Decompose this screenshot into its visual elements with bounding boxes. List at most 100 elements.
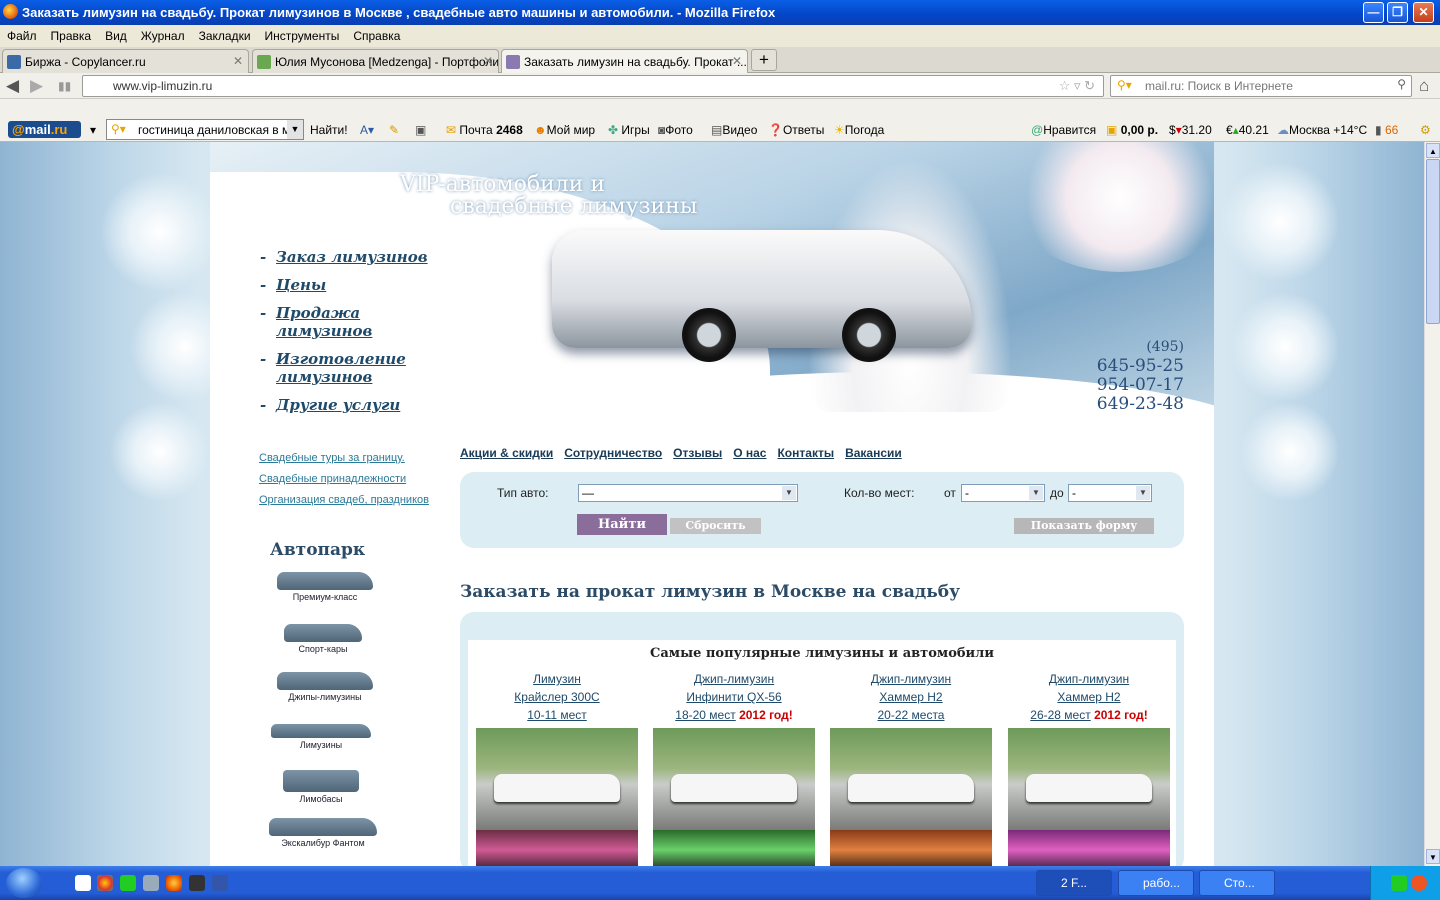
back-icon[interactable]: ◀: [6, 76, 19, 96]
search-engine-icon[interactable]: ⚲▾: [1117, 78, 1132, 92]
interior-photo[interactable]: [1008, 830, 1170, 866]
find-button[interactable]: Найти: [577, 514, 667, 535]
taskbar-firefox[interactable]: 2 F...: [1036, 870, 1112, 896]
card-seats[interactable]: 26-28 мест: [1030, 708, 1090, 722]
tab-vip-limuzin[interactable]: Заказать лимузин на свадьбу. Прокат ... ✕: [501, 49, 748, 74]
scroll-up-icon[interactable]: ▲: [1426, 143, 1440, 158]
home-icon[interactable]: ⌂: [1419, 76, 1429, 96]
fleet-jeep-limo[interactable]: Джипы-лимузины: [260, 672, 390, 702]
nav-item-sale[interactable]: Продажа лимузинов: [260, 304, 400, 340]
new-tab-button[interactable]: +: [751, 49, 777, 71]
forward-icon[interactable]: ▶: [30, 76, 43, 96]
usd-rate[interactable]: $▾31.20: [1169, 123, 1212, 137]
start-button[interactable]: [6, 868, 42, 898]
nav-item-order[interactable]: Заказ лимузинов: [260, 248, 428, 266]
menu-history[interactable]: Журнал: [134, 25, 192, 43]
tray-icon[interactable]: [1391, 875, 1407, 891]
quicklaunch-icon[interactable]: [75, 875, 91, 891]
interior-photo[interactable]: [830, 830, 992, 866]
restore-button[interactable]: ❐: [1387, 2, 1408, 23]
photo-link[interactable]: ◙Фото: [658, 123, 693, 137]
link-wedding-organization[interactable]: Организация свадеб, праздников: [259, 494, 429, 506]
eur-rate[interactable]: €▴40.21: [1226, 123, 1269, 137]
card-model[interactable]: Крайслер 300С: [514, 690, 599, 704]
car-card[interactable]: Джип-лимузин Инфинити QX-56 18-20 мест 2…: [653, 670, 815, 866]
card-model[interactable]: Хаммер H2: [879, 690, 942, 704]
menu-help[interactable]: Справка: [346, 25, 407, 43]
tab-close-icon[interactable]: ✕: [233, 54, 243, 68]
card-type[interactable]: Джип-лимузин: [1049, 672, 1129, 686]
mail-link[interactable]: ✉ Почта 2468: [446, 123, 523, 137]
games-link[interactable]: ✤ Игры: [608, 123, 650, 137]
answers-link[interactable]: ❓Ответы: [768, 123, 824, 137]
menu-view[interactable]: Вид: [98, 25, 134, 43]
topnav-contacts[interactable]: Контакты: [777, 446, 834, 460]
video-link[interactable]: ▤Видео: [711, 123, 757, 137]
interior-photo[interactable]: [653, 830, 815, 866]
topnav-about[interactable]: О нас: [733, 446, 766, 460]
car-type-select[interactable]: —: [578, 484, 798, 502]
firefox-icon[interactable]: [166, 875, 182, 891]
font-size-icon[interactable]: A▾: [360, 123, 374, 137]
seats-to-select[interactable]: -: [1068, 484, 1152, 502]
vertical-scrollbar[interactable]: ▲ ▼: [1424, 142, 1440, 866]
tab-copylancer[interactable]: Биржа - Copylancer.ru ✕: [2, 49, 249, 73]
menu-edit[interactable]: Правка: [44, 25, 99, 43]
car-card[interactable]: Джип-лимузин Хаммер H2 26-28 мест 2012 г…: [1008, 670, 1170, 866]
car-photo[interactable]: [1008, 728, 1170, 830]
tab-close-icon[interactable]: ✕: [483, 54, 493, 68]
settings-gear-icon[interactable]: ⚙: [1420, 123, 1431, 137]
interior-photo[interactable]: [476, 830, 638, 866]
chrome-icon[interactable]: [97, 875, 113, 891]
taskbar-folder[interactable]: рабо...: [1118, 870, 1194, 896]
link-wedding-accessories[interactable]: Свадебные принадлежности: [259, 473, 429, 485]
chevron-down-icon[interactable]: ▼: [287, 120, 303, 139]
scroll-down-icon[interactable]: ▼: [1426, 849, 1440, 864]
highlighter-icon[interactable]: ✎: [389, 123, 399, 137]
show-form-button[interactable]: Показать форму: [1014, 518, 1154, 534]
logo-dropdown-icon[interactable]: ▾: [90, 123, 96, 137]
card-model[interactable]: Инфинити QX-56: [686, 690, 781, 704]
weather-link[interactable]: ☀Погода: [834, 123, 884, 137]
fleet-premium[interactable]: Премиум-класс: [260, 572, 390, 602]
car-card[interactable]: Лимузин Крайслер 300С 10-11 мест: [476, 670, 638, 866]
like-link[interactable]: @Нравится: [1031, 123, 1096, 137]
search-input[interactable]: ⚲▾ mail.ru: Поиск в Интернете ⚲: [1110, 75, 1412, 97]
quicklaunch-icon[interactable]: [189, 875, 205, 891]
nav-item-other[interactable]: Другие услуги: [260, 396, 428, 414]
card-type[interactable]: Джип-лимузин: [871, 672, 951, 686]
scroll-thumb[interactable]: [1426, 159, 1440, 324]
topnav-cooperation[interactable]: Сотрудничество: [564, 446, 662, 460]
card-model[interactable]: Хаммер H2: [1057, 690, 1120, 704]
fleet-excalibur[interactable]: Экскалибур Фантом: [258, 818, 388, 848]
mailru-find-button[interactable]: Найти!: [310, 123, 348, 137]
close-button[interactable]: ✕: [1413, 2, 1434, 23]
icq-icon[interactable]: [120, 875, 136, 891]
card-type[interactable]: Джип-лимузин: [694, 672, 774, 686]
nav-item-manufacture[interactable]: Изготовление лимузинов: [260, 350, 420, 386]
tab-portfolio[interactable]: Юлия Мусонова [Medzenga] - Портфолио ✕: [252, 49, 499, 73]
tray-icon[interactable]: [1411, 875, 1427, 891]
seats-from-select[interactable]: -: [961, 484, 1045, 502]
myworld-link[interactable]: ☻Мой мир: [534, 123, 595, 137]
bookmark-star-icon[interactable]: ☆ ▿ ↻: [1059, 78, 1095, 94]
menu-tools[interactable]: Инструменты: [258, 25, 347, 43]
quicklaunch-icon[interactable]: [143, 875, 159, 891]
screenshot-icon[interactable]: ▣: [415, 123, 426, 137]
mailru-logo[interactable]: @mail.ru: [8, 121, 81, 138]
fleet-limo[interactable]: Лимузины: [256, 724, 386, 750]
search-icon[interactable]: ⚲: [1397, 77, 1406, 91]
tab-close-icon[interactable]: ✕: [732, 54, 742, 68]
topnav-promotions[interactable]: Акции & скидки: [460, 446, 553, 460]
fleet-limobus[interactable]: Лимобасы: [256, 770, 386, 804]
url-bar[interactable]: www.vip-limuzin.ru ☆ ▿ ↻: [82, 75, 1104, 97]
link-wedding-tours[interactable]: Свадебные туры за границу.: [259, 452, 429, 464]
traffic-link[interactable]: ▮ 66: [1375, 123, 1398, 137]
taskbar-doc[interactable]: Сто...: [1199, 870, 1275, 896]
history-icon[interactable]: ▮▮: [58, 79, 71, 93]
topnav-reviews[interactable]: Отзывы: [673, 446, 722, 460]
card-seats[interactable]: 10-11 мест: [527, 708, 587, 722]
card-seats[interactable]: 20-22 места: [878, 708, 945, 722]
car-photo[interactable]: [653, 728, 815, 830]
minimize-button[interactable]: —: [1363, 2, 1384, 23]
